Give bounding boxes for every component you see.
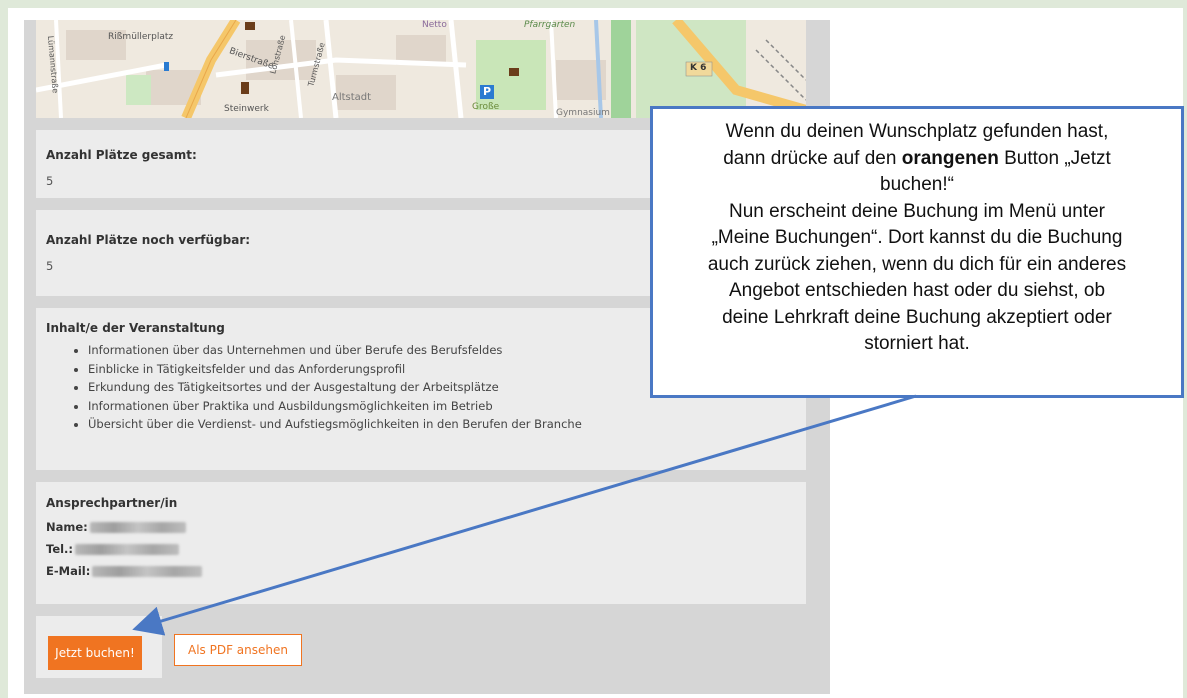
contact-email-label: E-Mail: xyxy=(46,564,91,578)
instruction-callout: Wenn du deinen Wunschplatz gefunden hast… xyxy=(650,106,1184,398)
callout-line: buchen!“ xyxy=(880,174,954,195)
contact-email-line: E-Mail: xyxy=(46,564,806,578)
map-label-altstadt: Altstadt xyxy=(332,92,372,103)
map-label-netto: Netto xyxy=(422,20,447,30)
map-label-gymnasium: Gymnasium xyxy=(556,108,610,118)
callout-line: Nun erscheint deine Buchung im Menü unte… xyxy=(728,200,1105,222)
map-label-grosse: Große xyxy=(472,102,500,112)
parking-icon: P xyxy=(483,85,492,98)
contact-name-label: Name: xyxy=(46,520,88,534)
callout-text: Button „Jetzt xyxy=(998,147,1111,169)
callout-line: auch zurück ziehen, wenn du dich für ein… xyxy=(707,253,1127,275)
callout-line: Angebot entschieden hast oder du siehst,… xyxy=(728,280,1106,301)
view-pdf-button[interactable]: Als PDF ansehen xyxy=(174,634,302,666)
redacted-email xyxy=(92,565,203,577)
book-now-button[interactable]: Jetzt buchen! xyxy=(48,636,142,670)
map-label-rissmuellerplatz: Rißmüllerplatz xyxy=(108,32,174,42)
callout-line: deine Lehrkraft deine Buchung akzeptiert… xyxy=(722,306,1112,328)
contact-phone-label: Tel.: xyxy=(46,542,74,556)
redacted-name xyxy=(89,521,186,533)
callout-text: dann drücke auf den xyxy=(723,147,902,169)
contact-card: Ansprechpartner/in Name: Tel.: E-Mail: xyxy=(36,482,806,604)
contact-phone-line: Tel.: xyxy=(46,542,806,556)
callout-line: „Meine Buchungen“. Dort kannst du die Bu… xyxy=(711,227,1123,248)
contact-name-line: Name: xyxy=(46,520,806,534)
callout-line: Wenn du deinen Wunschplatz gefunden hast… xyxy=(725,121,1109,142)
callout-bold-text: orangenen xyxy=(901,147,999,169)
redacted-phone xyxy=(75,543,180,555)
callout-line: storniert hat. xyxy=(864,333,970,354)
contact-heading: Ansprechpartner/in xyxy=(46,496,178,510)
callout-line: dann drücke auf den orangenen Button „Je… xyxy=(667,146,1167,173)
map-label-steinwerk: Steinwerk xyxy=(224,104,269,114)
list-item: Informationen über Praktika und Ausbildu… xyxy=(88,397,806,416)
location-map[interactable]: Rißmüllerplatz Netto Pfarrgarten Bierstr… xyxy=(36,20,806,118)
map-label-pfarrgarten: Pfarrgarten xyxy=(524,20,576,30)
map-label-k6: K 6 xyxy=(690,63,707,73)
list-item: Übersicht über die Verdienst- und Aufsti… xyxy=(88,415,806,434)
